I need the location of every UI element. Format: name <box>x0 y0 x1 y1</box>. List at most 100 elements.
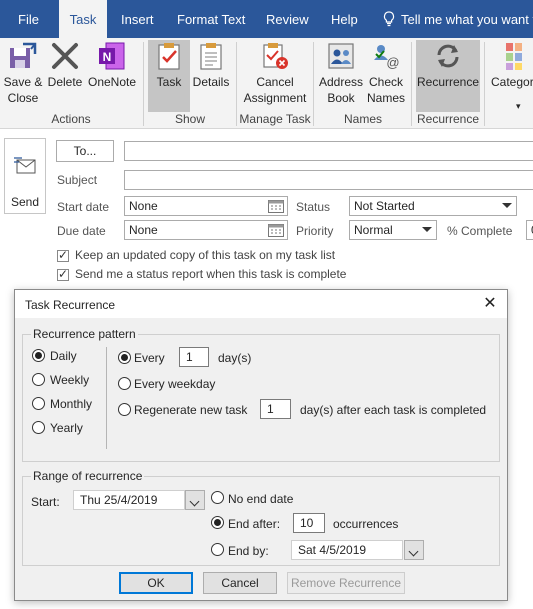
recurrence-pattern-group: Recurrence pattern Daily Weekly Monthly … <box>22 327 500 462</box>
tab-help[interactable]: Help <box>331 0 358 38</box>
chevron-down-icon: ▾ <box>516 101 521 111</box>
percent-complete-field[interactable]: 0 <box>526 220 533 240</box>
status-select[interactable]: Not Started <box>349 196 517 216</box>
tab-insert[interactable]: Insert <box>121 0 154 38</box>
onenote-button[interactable]: N OneNote <box>86 40 138 112</box>
end-after-input[interactable]: 10 <box>293 513 325 533</box>
every-days-suffix: day(s) <box>218 351 252 365</box>
task-form: Send To... Subject Start date None Due d… <box>0 130 533 281</box>
end-by-input[interactable]: Sat 4/5/2019 <box>291 540 403 560</box>
check-names-icon: @ <box>370 40 402 72</box>
to-field[interactable] <box>124 141 533 161</box>
delete-label: Delete <box>47 75 83 89</box>
due-date-value: None <box>129 223 158 237</box>
save-close-label-1: Save & <box>3 75 43 89</box>
due-date-field[interactable]: None <box>124 220 288 240</box>
remove-recurrence-button[interactable]: Remove Recurrence <box>287 572 405 594</box>
recurrence-button[interactable]: Recurrence <box>416 40 480 112</box>
every-weekday-radio[interactable] <box>118 377 131 390</box>
group-label-actions: Actions <box>51 112 91 126</box>
daily-label: Daily <box>50 349 77 363</box>
regenerate-days-input[interactable]: 1 <box>260 399 291 419</box>
categorize-button[interactable]: Categor ▾ <box>488 40 533 112</box>
chevron-down-icon <box>502 203 512 208</box>
yearly-radio[interactable] <box>32 421 45 434</box>
onenote-icon: N <box>96 40 128 72</box>
end-after-radio[interactable] <box>211 516 224 529</box>
subject-label: Subject <box>57 173 98 187</box>
ok-button[interactable]: OK <box>119 572 193 594</box>
weekly-radio[interactable] <box>32 373 45 386</box>
start-date-field[interactable]: None <box>124 196 288 216</box>
group-separator <box>236 42 237 126</box>
weekly-label: Weekly <box>50 373 90 387</box>
cancel-assignment-label-2: Assignment <box>243 91 307 105</box>
status-value: Not Started <box>354 199 415 213</box>
delete-button[interactable]: Delete <box>46 40 84 112</box>
divider <box>106 347 107 449</box>
end-after-label: End after: <box>228 517 281 531</box>
check-names-button[interactable]: @ Check Names <box>364 40 408 112</box>
group-separator <box>313 42 314 126</box>
save-close-label-2: Close <box>7 91 39 105</box>
start-date-value: None <box>129 199 158 213</box>
cancel-assignment-label-1: Cancel <box>256 75 294 89</box>
svg-text:@: @ <box>386 55 399 70</box>
tab-file[interactable]: File <box>18 0 39 38</box>
group-label-manage-task: Manage Task <box>239 112 311 126</box>
cancel-assignment-button[interactable]: Cancel Assignment <box>240 40 310 112</box>
start-date-label: Start date <box>57 200 110 214</box>
calendar-icon[interactable] <box>268 223 284 237</box>
onenote-label: OneNote <box>87 75 137 89</box>
range-title: Range of recurrence <box>31 469 145 483</box>
delete-x-icon <box>49 40 81 72</box>
every-weekday-label: Every weekday <box>134 377 216 391</box>
cancel-assignment-icon <box>259 40 291 72</box>
status-report-checkbox[interactable] <box>57 267 69 281</box>
end-by-radio[interactable] <box>211 543 224 556</box>
no-end-date-label: No end date <box>228 492 294 506</box>
send-envelope-icon <box>14 157 36 174</box>
group-label-recurrence: Recurrence <box>416 112 480 126</box>
address-book-icon <box>325 40 357 72</box>
ribbon: Save & Close Delete N OneNote Actions Ta… <box>0 38 533 129</box>
every-days-input[interactable]: 1 <box>179 347 209 367</box>
categorize-icon <box>504 40 533 72</box>
svg-text:N: N <box>103 50 112 64</box>
end-by-label: End by: <box>228 544 269 558</box>
task-view-button[interactable]: Task <box>148 40 190 112</box>
due-date-label: Due date <box>57 224 106 238</box>
tell-me-search[interactable]: Tell me what you want to <box>382 0 533 38</box>
check-names-label-1: Check <box>368 75 403 89</box>
chevron-down-icon[interactable] <box>185 490 205 510</box>
close-icon[interactable]: ✕ <box>479 294 501 314</box>
tab-format-text[interactable]: Format Text <box>177 0 245 38</box>
tab-task[interactable]: Task <box>59 0 107 38</box>
monthly-radio[interactable] <box>32 397 45 410</box>
no-end-date-radio[interactable] <box>211 491 224 504</box>
group-separator <box>484 42 485 126</box>
chevron-down-icon[interactable] <box>404 540 424 560</box>
send-button[interactable]: Send <box>4 138 46 214</box>
calendar-icon[interactable] <box>268 199 284 213</box>
keep-copy-checkbox[interactable] <box>57 248 69 262</box>
categorize-label: Categor <box>491 75 533 89</box>
keep-copy-label: Keep an updated copy of this task on my … <box>75 248 336 262</box>
tab-review[interactable]: Review <box>266 0 309 38</box>
dialog-title: Task Recurrence <box>25 298 116 312</box>
regenerate-radio[interactable] <box>118 403 131 416</box>
group-separator <box>143 42 144 126</box>
details-button[interactable]: Details <box>192 40 230 112</box>
cancel-button[interactable]: Cancel <box>203 572 277 594</box>
range-start-input[interactable]: Thu 25/4/2019 <box>73 490 185 510</box>
save-close-button[interactable]: Save & Close <box>2 40 44 112</box>
every-label: Every <box>134 351 165 365</box>
address-book-button[interactable]: Address Book <box>318 40 364 112</box>
to-button[interactable]: To... <box>56 140 114 162</box>
ribbon-tab-bar: File Task Insert Format Text Review Help… <box>0 0 533 38</box>
priority-select[interactable]: Normal <box>349 220 437 240</box>
subject-field[interactable] <box>124 170 533 190</box>
recurrence-icon <box>432 40 464 72</box>
every-n-days-radio[interactable] <box>118 351 131 364</box>
daily-radio[interactable] <box>32 349 45 362</box>
